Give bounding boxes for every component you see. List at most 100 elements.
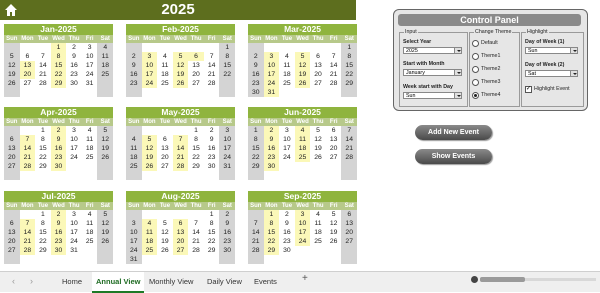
day-cell[interactable]: 16 [50,228,67,237]
empty-day-cell[interactable] [310,43,326,52]
day-cell[interactable]: 30 [248,88,264,97]
day-cell[interactable]: 7 [341,126,357,135]
day-cell[interactable]: 22 [188,153,204,162]
day-cell[interactable]: 3 [263,52,280,61]
day-cell[interactable]: 30 [50,162,67,171]
empty-day-cell[interactable] [66,88,82,97]
empty-day-cell[interactable] [66,171,82,180]
dow2-dropdown[interactable]: Sat [525,70,578,77]
day-cell[interactable]: 19 [294,70,311,79]
day-cell[interactable]: 3 [294,210,311,219]
day-cell[interactable]: 9 [204,135,220,144]
day-cell[interactable]: 24 [126,246,142,255]
day-cell[interactable]: 11 [310,219,326,228]
day-cell[interactable]: 20 [19,70,36,79]
empty-day-cell[interactable] [81,255,98,264]
empty-day-cell[interactable] [341,162,357,171]
sheet-tab-daily-view[interactable]: Daily View [203,272,246,291]
day-cell[interactable]: 19 [4,70,20,79]
day-cell[interactable]: 4 [97,43,113,52]
day-cell[interactable]: 9 [66,52,82,61]
empty-day-cell[interactable] [219,255,235,264]
day-cell[interactable]: 12 [157,228,173,237]
empty-day-cell[interactable] [157,255,173,264]
sheet-tab-home[interactable]: Home [58,272,86,291]
empty-day-cell[interactable] [81,88,98,97]
day-cell[interactable]: 13 [341,219,357,228]
empty-day-cell[interactable] [97,255,113,264]
day-cell[interactable]: 2 [204,126,220,135]
day-cell[interactable]: 11 [82,135,98,144]
empty-day-cell[interactable] [294,255,311,264]
day-cell[interactable]: 3 [219,126,235,135]
day-cell[interactable]: 9 [279,219,295,228]
day-cell[interactable]: 18 [141,237,158,246]
empty-day-cell[interactable] [157,171,173,180]
day-cell[interactable]: 6 [4,135,20,144]
empty-day-cell[interactable] [341,255,357,264]
day-cell[interactable]: 14 [248,228,264,237]
empty-day-cell[interactable] [141,126,158,135]
day-cell[interactable]: 21 [188,237,204,246]
empty-day-cell[interactable] [141,171,158,180]
empty-day-cell[interactable] [325,162,342,171]
day-cell[interactable]: 1 [50,43,67,52]
day-cell[interactable]: 12 [4,61,20,70]
day-cell[interactable]: 17 [82,61,98,70]
day-cell[interactable]: 24 [66,153,82,162]
day-cell[interactable]: 29 [188,162,204,171]
empty-day-cell[interactable] [19,88,36,97]
empty-day-cell[interactable] [81,162,98,171]
day-cell[interactable]: 6 [326,126,342,135]
empty-day-cell[interactable] [141,210,158,219]
empty-day-cell[interactable] [35,43,51,52]
empty-day-cell[interactable] [325,255,342,264]
day-cell[interactable]: 29 [35,162,51,171]
empty-day-cell[interactable] [172,210,189,219]
empty-day-cell[interactable] [325,246,342,255]
day-cell[interactable]: 9 [219,219,235,228]
empty-day-cell[interactable] [263,171,280,180]
day-cell[interactable]: 8 [188,135,204,144]
empty-day-cell[interactable] [4,210,20,219]
empty-day-cell[interactable] [66,255,82,264]
day-cell[interactable]: 1 [219,43,235,52]
day-cell[interactable]: 14 [19,228,36,237]
day-cell[interactable]: 3 [279,126,295,135]
day-cell[interactable]: 21 [19,153,36,162]
empty-day-cell[interactable] [219,171,235,180]
day-cell[interactable]: 2 [279,210,295,219]
day-cell[interactable]: 1 [204,210,220,219]
day-cell[interactable]: 28 [326,79,342,88]
day-cell[interactable]: 13 [188,61,204,70]
empty-day-cell[interactable] [4,255,20,264]
day-cell[interactable]: 10 [126,228,142,237]
empty-day-cell[interactable] [279,171,295,180]
add-sheet-button[interactable]: + [302,273,308,284]
empty-day-cell[interactable] [126,171,142,180]
empty-day-cell[interactable] [172,171,189,180]
empty-day-cell[interactable] [294,171,311,180]
day-cell[interactable]: 21 [248,237,264,246]
empty-day-cell[interactable] [248,43,264,52]
day-cell[interactable]: 20 [188,70,204,79]
day-cell[interactable]: 13 [4,228,20,237]
empty-day-cell[interactable] [19,171,36,180]
highlight-event-checkbox[interactable]: ✓ Highlight Event [525,85,585,93]
empty-day-cell[interactable] [81,246,98,255]
day-cell[interactable]: 1 [341,43,357,52]
day-cell[interactable]: 17 [141,70,158,79]
theme-radio-theme2[interactable]: Theme2 [472,65,512,73]
day-cell[interactable]: 2 [50,210,67,219]
empty-day-cell[interactable] [141,88,158,97]
day-cell[interactable]: 2 [248,52,264,61]
day-cell[interactable]: 22 [341,70,357,79]
day-cell[interactable]: 18 [310,228,326,237]
day-cell[interactable]: 18 [126,153,142,162]
empty-day-cell[interactable] [294,162,311,171]
day-cell[interactable]: 15 [188,144,204,153]
day-cell[interactable]: 23 [248,79,264,88]
empty-day-cell[interactable] [310,255,326,264]
empty-day-cell[interactable] [35,171,51,180]
empty-day-cell[interactable] [203,88,220,97]
